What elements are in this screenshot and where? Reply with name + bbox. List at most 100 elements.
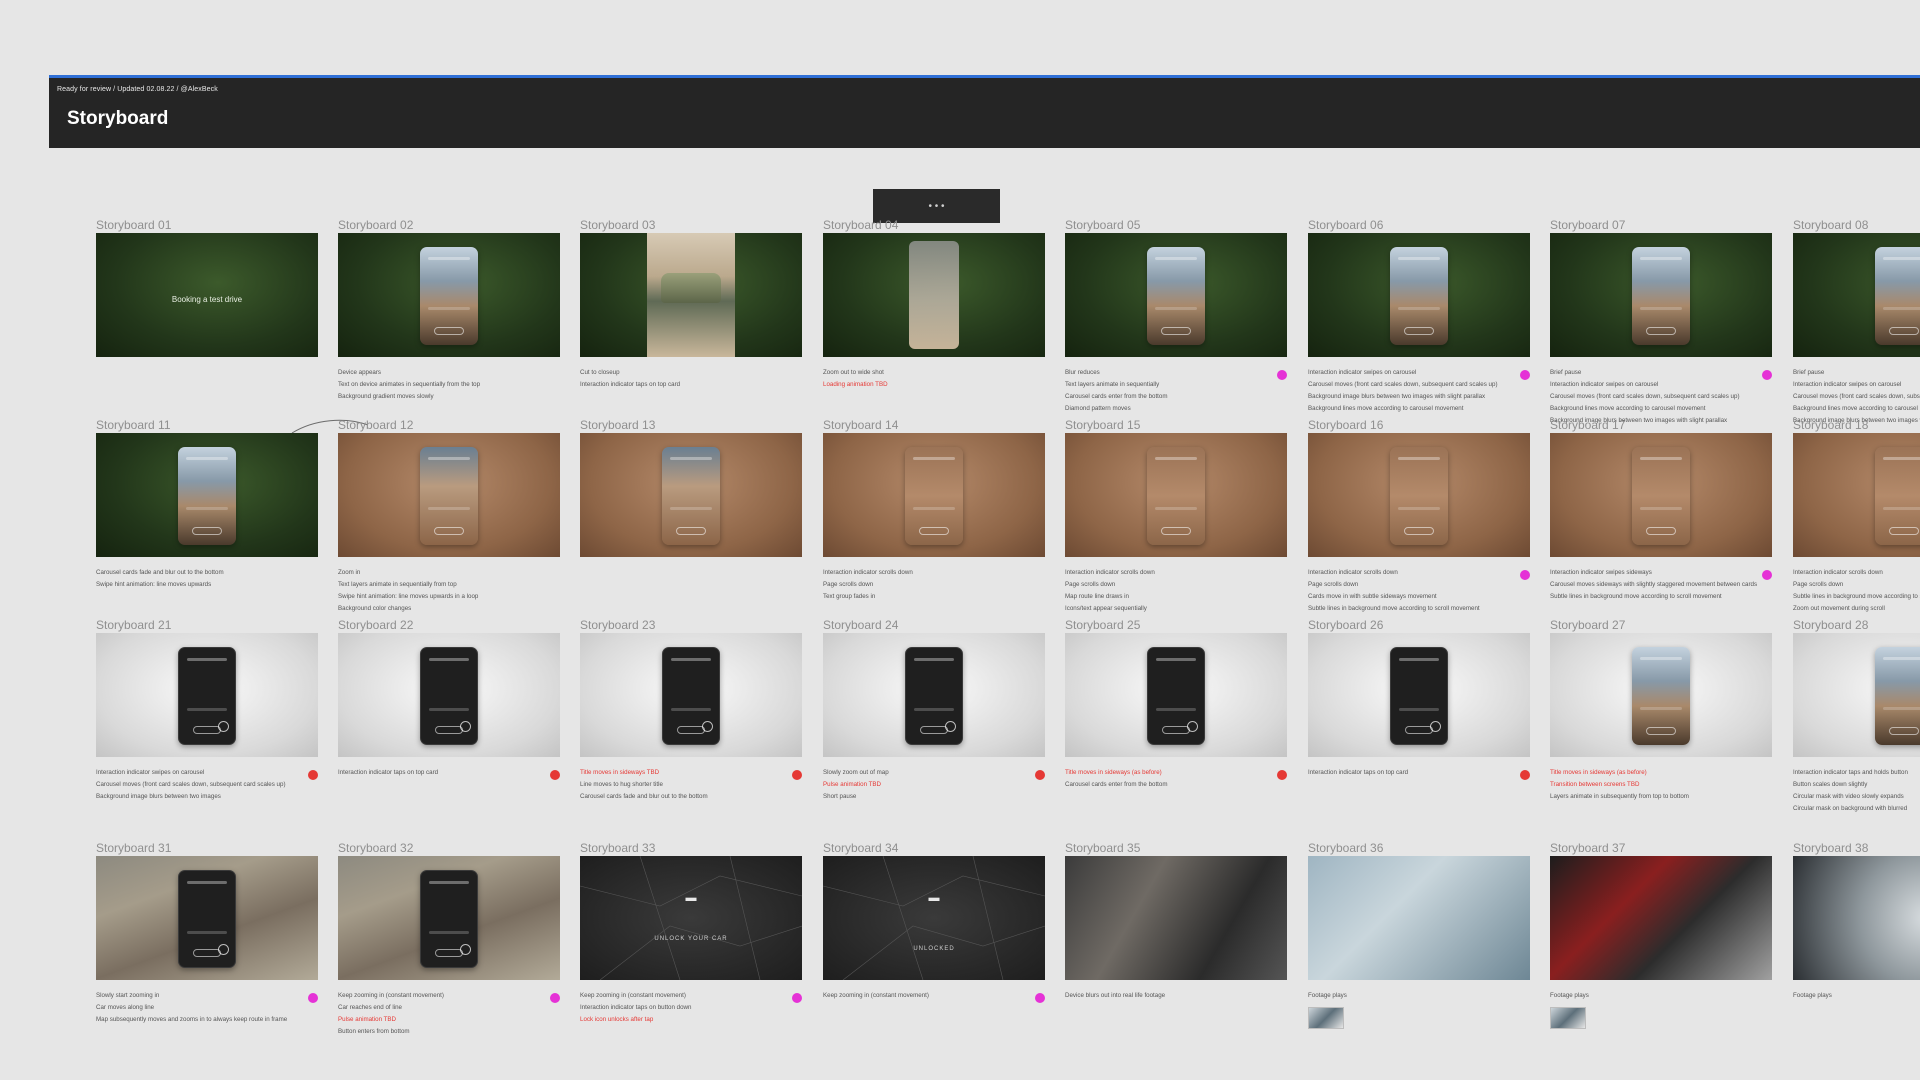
frame-thumbnail[interactable] <box>1308 433 1530 557</box>
frame-thumbnail[interactable] <box>1065 633 1287 757</box>
frame-thumbnail[interactable] <box>1065 433 1287 557</box>
frame-notes: Interaction indicator taps on top card <box>338 767 560 779</box>
note-line: Transition between screens TBD <box>1550 781 1640 788</box>
device-mockup <box>420 447 478 545</box>
note-line: Car reaches end of line <box>338 1004 402 1011</box>
frame-thumbnail[interactable] <box>1308 233 1530 357</box>
note-line: Text on device animates in sequentially … <box>338 381 481 388</box>
device-mockup <box>178 870 236 968</box>
more-options-icon[interactable]: • • • <box>928 201 944 212</box>
note-line: Pulse animation TBD <box>338 1016 397 1023</box>
device-mockup <box>1147 647 1205 745</box>
frame-thumbnail[interactable] <box>823 633 1045 757</box>
note-line: Zoom out movement during scroll <box>1793 605 1885 612</box>
frame-thumbnail[interactable] <box>338 233 560 357</box>
note-line: Background lines move according to carou… <box>1793 405 1920 412</box>
frame-thumbnail[interactable] <box>96 433 318 557</box>
footage-thumbnail[interactable] <box>1550 1007 1586 1029</box>
frame-label: Storyboard 04 <box>823 218 899 232</box>
map-background <box>580 856 802 980</box>
note-line: Interaction indicator taps on top card <box>1308 769 1409 776</box>
frame-notes: Zoom out to wide shot Loading animation T… <box>823 367 1045 391</box>
canvas[interactable]: Ready for review / Updated 02.08.22 / @A… <box>0 0 1920 1080</box>
frame-thumbnail[interactable] <box>1065 233 1287 357</box>
frame-thumbnail[interactable] <box>1550 433 1772 557</box>
note-line: Page scrolls down <box>823 581 874 588</box>
frame-notes: Footage plays <box>1793 990 1920 1002</box>
frame-thumbnail[interactable] <box>1308 856 1530 980</box>
frame-label: Storyboard 14 <box>823 418 899 432</box>
frame-thumbnail[interactable] <box>1550 856 1772 980</box>
frame-notes: Interaction indicator swipes on carousel… <box>96 767 318 803</box>
note-line: Interaction indicator taps on top card <box>338 769 439 776</box>
device-mockup <box>1632 447 1690 545</box>
note-line: Loading animation TBD <box>823 381 888 388</box>
frame-thumbnail[interactable] <box>1793 633 1920 757</box>
note-line: Subtle lines in background move accordin… <box>1308 605 1480 612</box>
note-line: Zoom in <box>338 569 361 576</box>
frame-thumbnail[interactable] <box>1550 233 1772 357</box>
note-line: Carousel moves (front card scales down, … <box>1550 393 1740 400</box>
frame-label: Storyboard 02 <box>338 218 414 232</box>
frame-thumbnail[interactable] <box>1065 856 1287 980</box>
frame-label: Storyboard 05 <box>1065 218 1141 232</box>
note-line: Carousel cards enter from the bottom <box>1065 393 1168 400</box>
note-line: Text layers animate in sequentially from… <box>338 581 457 588</box>
note-line: Interaction indicator swipes sideways <box>1550 569 1652 576</box>
frame-thumbnail[interactable]: ▬ UNLOCKED <box>823 856 1045 980</box>
note-line: Diamond pattern moves <box>1065 405 1131 412</box>
frame-notes: Slowly zoom out of map Pulse animation TB… <box>823 767 1045 803</box>
frame-notes: Interaction indicator scrolls down Page s… <box>823 567 1045 603</box>
frame-thumbnail[interactable] <box>1550 633 1772 757</box>
device-mockup <box>1875 647 1920 745</box>
frame-thumbnail[interactable]: ▬ UNLOCK YOUR CAR <box>580 856 802 980</box>
frame-thumbnail[interactable]: Booking a test drive <box>96 233 318 357</box>
frame-notes: Interaction indicator taps and holds but… <box>1793 767 1920 815</box>
frame-thumbnail[interactable] <box>580 433 802 557</box>
footage-thumbnail[interactable] <box>1308 1007 1344 1029</box>
frame-label: Storyboard 03 <box>580 218 656 232</box>
note-line: Interaction indicator taps and holds but… <box>1793 769 1908 776</box>
frame-label: Storyboard 21 <box>96 618 172 632</box>
frame-thumbnail[interactable] <box>1793 856 1920 980</box>
frame-thumbnail[interactable] <box>96 633 318 757</box>
note-line: Carousel cards fade and blur out to the … <box>580 793 708 800</box>
frame-thumbnail[interactable] <box>580 633 802 757</box>
note-line: Swipe hint animation: line moves upwards… <box>338 593 479 600</box>
device-mockup <box>1632 647 1690 745</box>
frame-thumbnail[interactable] <box>823 233 1045 357</box>
frame-label: Storyboard 01 <box>96 218 172 232</box>
frame-thumbnail[interactable] <box>338 633 560 757</box>
frame-notes: Title moves in sideways (as before) Trans… <box>1550 767 1772 803</box>
note-line: Interaction indicator swipes on carousel <box>1793 381 1902 388</box>
note-line: Map route line draws in <box>1065 593 1129 600</box>
device-mockup <box>178 447 236 545</box>
note-line: Interaction indicator taps on button dow… <box>580 1004 692 1011</box>
device-mockup <box>420 870 478 968</box>
slide-text: Booking a test drive <box>171 295 243 304</box>
note-line: Interaction indicator scrolls down <box>823 569 913 576</box>
frame-thumbnail[interactable] <box>580 233 802 357</box>
note-line: Page scrolls down <box>1793 581 1844 588</box>
frame-label: Storyboard 25 <box>1065 618 1141 632</box>
frame-thumbnail[interactable] <box>96 856 318 980</box>
frame-notes: Carousel cards fade and blur out to the … <box>96 567 318 591</box>
device-mockup <box>909 241 959 349</box>
note-line: Interaction indicator swipes on carousel <box>96 769 205 776</box>
frame-label: Storyboard 27 <box>1550 618 1626 632</box>
frame-thumbnail[interactable] <box>823 433 1045 557</box>
frame-thumbnail[interactable] <box>1793 233 1920 357</box>
device-mockup <box>1632 247 1690 345</box>
device-mockup <box>662 447 720 545</box>
frame-thumbnail[interactable] <box>1793 433 1920 557</box>
note-line: Line moves to hug shorter title <box>580 781 663 788</box>
frame-label: Storyboard 34 <box>823 841 899 855</box>
note-line: Device blurs out into real life footage <box>1065 992 1166 999</box>
note-line: Brief pause <box>1550 369 1582 376</box>
frame-thumbnail[interactable] <box>338 433 560 557</box>
note-line: Background image blurs between two image… <box>96 793 221 800</box>
note-line: Car moves along line <box>96 1004 155 1011</box>
frame-notes: Slowly start zooming in Car moves along l… <box>96 990 318 1026</box>
frame-thumbnail[interactable] <box>338 856 560 980</box>
frame-thumbnail[interactable] <box>1308 633 1530 757</box>
